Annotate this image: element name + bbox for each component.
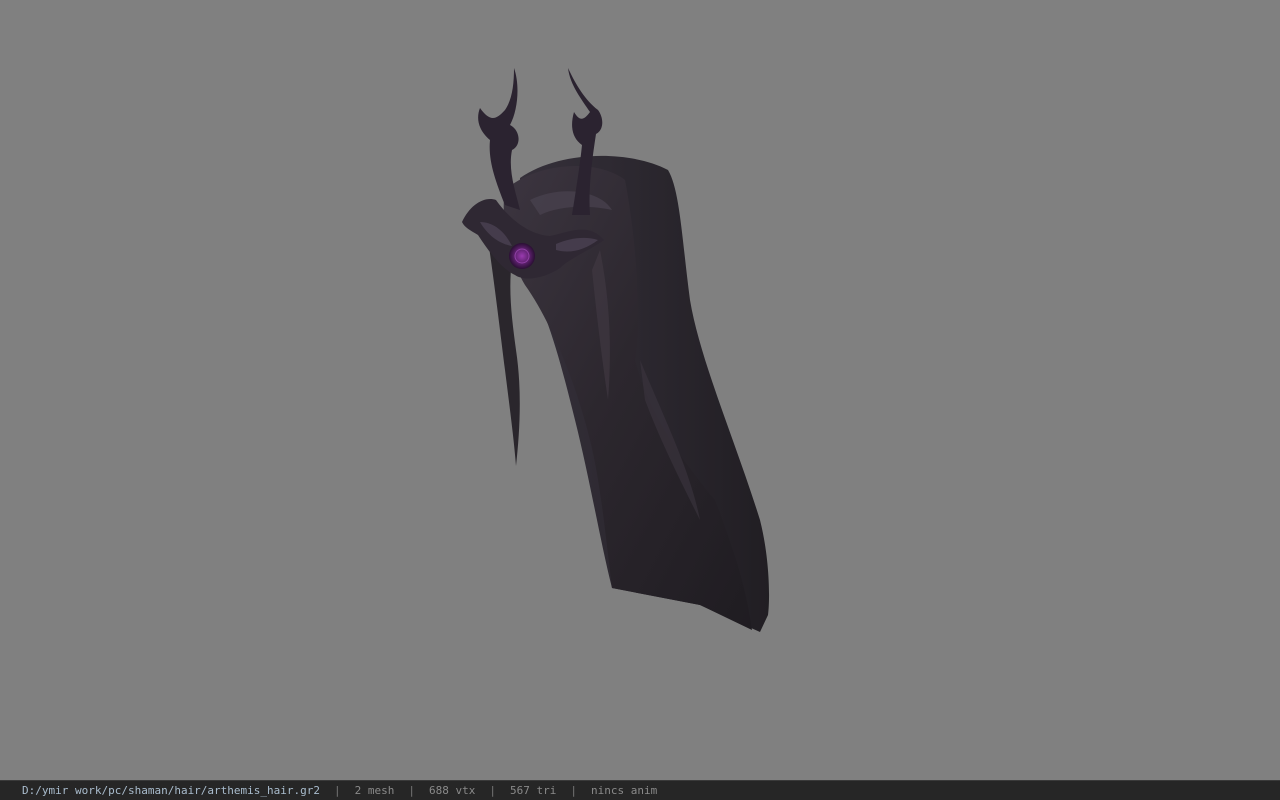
triangle-count-text: 567 tri: [510, 784, 557, 797]
status-bar: D:/ymir work/pc/shaman/hair/arthemis_hai…: [0, 780, 1280, 800]
mesh-count-text: 2 mesh: [354, 784, 395, 797]
crown-gem: [509, 243, 535, 269]
status-separator: |: [489, 784, 496, 797]
status-separator: |: [408, 784, 416, 797]
3d-viewport[interactable]: [0, 0, 1280, 780]
file-path-text: D:/ymir work/pc/shaman/hair/arthemis_hai…: [22, 784, 321, 797]
status-separator: |: [334, 784, 341, 797]
vertex-count-text: 688 vtx: [429, 784, 476, 797]
status-separator: |: [570, 784, 577, 797]
animation-status-text: nincs anim: [590, 784, 658, 797]
crown-horn-left: [478, 68, 520, 210]
hair-model-render: [462, 68, 770, 632]
